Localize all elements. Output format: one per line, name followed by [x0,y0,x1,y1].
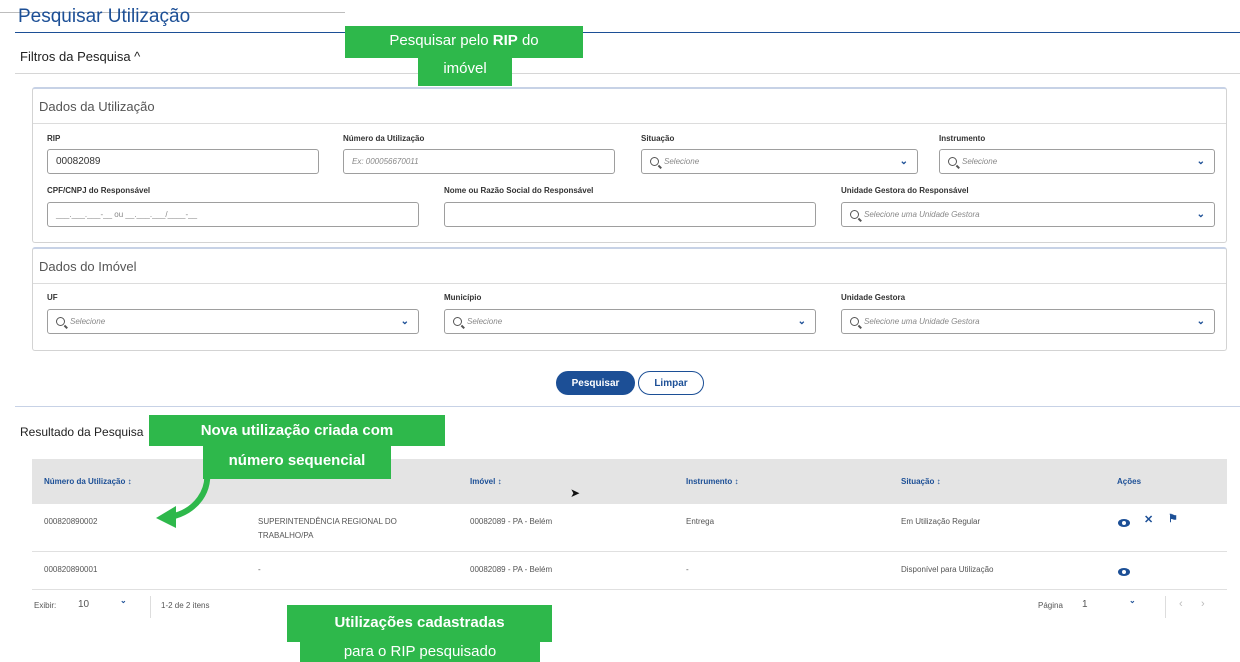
unidade-responsavel-label: Unidade Gestora do Responsável [841,186,969,195]
cell-responsavel: SUPERINTENDÊNCIA REGIONAL DO TRABALHO/PA [258,517,397,540]
pagination: Exibir: 10 ⌄ 1-2 de 2 itens Página 1 ⌄ ‹… [32,592,1227,622]
callout-rip: Pesquisar pelo RIP do [345,26,583,58]
column-imovel[interactable]: Imóvel ↕ [470,477,502,486]
section-divider [33,283,1226,284]
flag-icon[interactable]: ⚑ [1168,512,1178,525]
instrumento-placeholder: Selecione [962,157,998,166]
chevron-down-icon: ⌄ [899,156,908,167]
chevron-down-icon: ⌄ [797,316,806,327]
page-title: Pesquisar Utilização [18,6,191,27]
nome-input[interactable] [444,202,816,227]
column-numero[interactable]: Número da Utilização ↕ [44,477,132,486]
search-icon [56,317,65,326]
municipio-label: Município [444,293,482,302]
cell-instrumento: Entrega [686,517,715,526]
municipio-placeholder: Selecione [467,317,503,326]
cpf-label: CPF/CNPJ do Responsável [47,186,151,195]
unidade-responsavel-select[interactable]: Selecione uma Unidade Gestora ⌄ [841,202,1215,227]
next-page-icon[interactable]: › [1201,598,1205,610]
chevron-down-icon: ⌄ [1196,156,1205,167]
numero-placeholder: Ex: 000056670011 [352,157,419,166]
search-icon [948,157,957,166]
cell-imovel: 00082089 - PA - Belém [470,565,553,574]
chevron-down-icon[interactable]: ⌄ [120,596,127,605]
cell-numero: 000820890001 [44,565,98,574]
cell-instrumento: - [686,565,689,574]
page-number[interactable]: 1 [1082,599,1088,610]
unidade-gestora-label: Unidade Gestora [841,293,906,302]
cell-numero: 000820890002 [44,517,98,526]
nome-label: Nome ou Razão Social do Responsável [444,186,594,195]
rip-label: RIP [47,134,61,143]
unidade-responsavel-placeholder: Selecione uma Unidade Gestora [864,210,980,219]
unidade-gestora-placeholder: Selecione uma Unidade Gestora [864,317,980,326]
chevron-down-icon: ⌄ [1196,209,1205,220]
cell-responsavel: - [258,565,261,574]
uf-select[interactable]: Selecione ⌄ [47,309,419,334]
uf-label: UF [47,293,58,302]
callout-nova: Nova utilização criada com [149,415,445,446]
section-divider [33,123,1226,124]
mouse-cursor-icon: ➤ [570,486,581,500]
curved-arrow-icon [156,463,211,528]
search-button[interactable]: Pesquisar [556,371,635,395]
column-instrumento[interactable]: Instrumento ↕ [686,477,738,486]
callout-text: Pesquisar pelo [389,32,493,49]
unidade-gestora-select[interactable]: Selecione uma Unidade Gestora ⌄ [841,309,1215,334]
situacao-label: Situação [641,134,675,143]
results-title: Resultado da Pesquisa [20,425,144,439]
rip-input[interactable]: 00082089 [47,149,319,174]
situacao-select[interactable]: Selecione ⌄ [641,149,918,174]
chevron-down-icon: ⌄ [400,316,409,327]
municipio-select[interactable]: Selecione ⌄ [444,309,816,334]
callout-rip-line2: imóvel [418,56,512,86]
cpf-input[interactable]: ___.___.___-__ ou __.___.___/____-__ [47,202,419,227]
close-icon[interactable]: ✕ [1144,513,1153,526]
search-icon [850,210,859,219]
page-label: Página [1038,601,1063,610]
callout-text: do [517,32,539,49]
utilizacao-section: Dados da Utilização RIP 00082089 Número … [32,87,1227,243]
filters-divider [15,73,1240,74]
callout-nova-line2: número sequencial [203,446,391,479]
table-row: 000820890001 - 00082089 - PA - Belém - D… [32,552,1227,590]
instrumento-select[interactable]: Selecione ⌄ [939,149,1215,174]
chevron-down-icon[interactable]: ⌄ [1129,596,1136,605]
situacao-placeholder: Selecione [664,157,700,166]
cpf-placeholder: ___.___.___-__ ou __.___.___/____-__ [56,210,198,219]
eye-icon[interactable] [1118,567,1130,579]
divider [150,596,151,618]
divider [1165,596,1166,618]
results-divider [15,406,1240,407]
prev-page-icon[interactable]: ‹ [1179,598,1183,610]
uf-placeholder: Selecione [70,317,106,326]
cell-situacao: Disponível para Utilização [901,565,994,574]
section-title: Dados do Imóvel [39,259,137,274]
search-icon [650,157,659,166]
column-acoes: Ações [1117,477,1142,486]
instrumento-label: Instrumento [939,134,986,143]
clear-button[interactable]: Limpar [638,371,704,395]
chevron-down-icon: ⌄ [1196,316,1205,327]
section-title: Dados da Utilização [39,99,155,114]
rip-value: 00082089 [56,156,101,167]
callout-cadastradas: Utilizações cadastradas [287,605,552,642]
page-size-value[interactable]: 10 [78,599,89,610]
search-icon [453,317,462,326]
page-size-label: Exibir: [34,601,57,610]
cell-situacao: Em Utilização Regular [901,517,981,526]
filters-toggle[interactable]: Filtros da Pesquisa ^ [20,49,140,64]
callout-cadastradas-line2: para o RIP pesquisado [300,642,540,662]
callout-bold-text: RIP [492,32,518,49]
search-icon [850,317,859,326]
title-divider [15,32,1240,33]
cell-imovel: 00082089 - PA - Belém [470,517,553,526]
eye-icon[interactable] [1118,518,1130,530]
numero-label: Número da Utilização [343,134,425,143]
numero-input[interactable]: Ex: 000056670011 [343,149,615,174]
column-situacao[interactable]: Situação ↕ [901,477,941,486]
imovel-section: Dados do Imóvel UF Selecione ⌄ Município… [32,247,1227,351]
item-count: 1-2 de 2 itens [161,601,210,610]
